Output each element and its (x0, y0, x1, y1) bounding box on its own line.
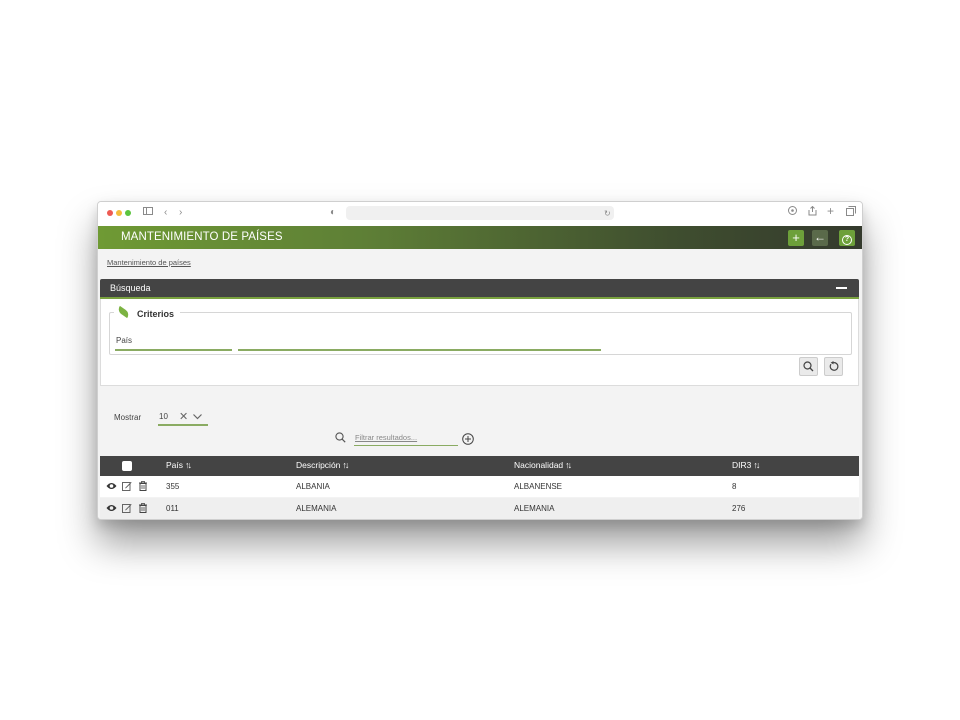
reload-icon[interactable]: ↻ (604, 207, 611, 221)
reset-icon (829, 361, 839, 371)
reset-button[interactable] (824, 357, 843, 376)
table-row[interactable]: 355 ALBANIA ALBANENSE 8 (100, 476, 859, 497)
downloads-icon[interactable] (788, 206, 797, 220)
chevron-down-icon[interactable] (193, 411, 202, 422)
table-row[interactable]: 011 ALEMANIA ALEMANIA 276 (100, 498, 859, 519)
browser-forward-icon[interactable]: › (179, 206, 182, 220)
new-tab-icon[interactable]: + (827, 204, 834, 218)
app-header: MANTENIMIENTO DE PAÍSES + ← ? (98, 226, 862, 249)
country-code-input[interactable] (115, 349, 232, 351)
tab-overview-icon[interactable] (846, 206, 856, 221)
privacy-shield-icon: ◐ (330, 207, 337, 218)
filter-bar (335, 430, 477, 448)
page-size-select[interactable]: 10 ✕ (158, 410, 208, 426)
arrow-left-icon: ← (814, 230, 826, 244)
column-header-pais[interactable]: País ↑↓ (166, 460, 192, 470)
filter-input[interactable] (354, 430, 458, 446)
search-icon (803, 361, 814, 372)
browser-back-icon[interactable]: ‹ (164, 206, 167, 220)
criteria-title: Criterios (137, 309, 175, 319)
help-icon: ? (842, 235, 852, 245)
close-window-button[interactable] (107, 210, 113, 216)
view-icon[interactable] (106, 503, 117, 513)
delete-icon[interactable] (138, 503, 148, 513)
leaf-icon (116, 307, 130, 321)
sort-icon[interactable]: ↑↓ (342, 460, 349, 470)
cell-nacionalidad: ALEMANIA (514, 504, 555, 513)
cell-descripcion: ALEMANIA (296, 504, 337, 513)
clear-icon[interactable]: ✕ (179, 410, 188, 423)
add-circle-icon[interactable] (462, 433, 474, 445)
search-panel-body: Criterios País (100, 299, 859, 386)
column-header-dir3[interactable]: DIR3 ↑↓ (732, 460, 760, 470)
search-panel-header[interactable]: Búsqueda (100, 279, 859, 297)
browser-toolbar: ‹ › ◐ ↻ + (98, 202, 862, 226)
country-description-input[interactable] (238, 349, 601, 351)
page-size-underline (158, 424, 208, 426)
page-title: MANTENIMIENTO DE PAÍSES (121, 231, 283, 243)
criteria-fieldset: Criterios País (109, 307, 852, 355)
search-panel-title: Búsqueda (110, 283, 151, 293)
browser-window: ‹ › ◐ ↻ + MANTENIMIENTO DE PAÍSES + ← ? … (97, 201, 863, 520)
search-button[interactable] (799, 357, 818, 376)
cell-descripcion: ALBANIA (296, 482, 330, 491)
sort-icon[interactable]: ↑↓ (565, 460, 572, 470)
back-button[interactable]: ← (812, 230, 828, 246)
cell-pais: 011 (166, 504, 179, 513)
country-field-label: País (116, 336, 133, 345)
page-size-value: 10 (159, 412, 168, 421)
cell-nacionalidad: ALBANENSE (514, 482, 563, 491)
sort-icon[interactable]: ↑↓ (753, 460, 760, 470)
sidebar-toggle-icon[interactable] (143, 206, 153, 220)
search-icon (335, 432, 346, 443)
minimize-window-button[interactable] (116, 210, 122, 216)
delete-icon[interactable] (138, 481, 148, 491)
cell-dir3: 8 (732, 482, 737, 491)
criteria-legend: Criterios (114, 307, 181, 321)
column-header-nacionalidad[interactable]: Nacionalidad ↑↓ (514, 460, 572, 470)
cell-dir3: 276 (732, 504, 746, 513)
page-size-label: Mostrar (114, 413, 142, 422)
table-header: País ↑↓ Descripción ↑↓ Nacionalidad ↑↓ DIR3… (100, 456, 859, 476)
view-icon[interactable] (106, 481, 117, 491)
edit-icon[interactable] (122, 481, 132, 491)
collapse-icon[interactable] (836, 287, 847, 289)
help-button[interactable]: ? (839, 230, 855, 246)
breadcrumb[interactable]: Mantenimiento de países (107, 258, 191, 267)
share-icon[interactable] (808, 205, 817, 221)
sort-icon[interactable]: ↑↓ (185, 460, 192, 470)
edit-icon[interactable] (122, 503, 132, 513)
address-bar[interactable]: ↻ (346, 206, 614, 220)
plus-icon: + (792, 230, 800, 245)
select-all-checkbox[interactable] (122, 461, 132, 471)
cell-pais: 355 (166, 482, 180, 491)
add-button[interactable]: + (788, 230, 804, 246)
maximize-window-button[interactable] (125, 210, 131, 216)
column-header-descripcion[interactable]: Descripción ↑↓ (296, 460, 349, 470)
